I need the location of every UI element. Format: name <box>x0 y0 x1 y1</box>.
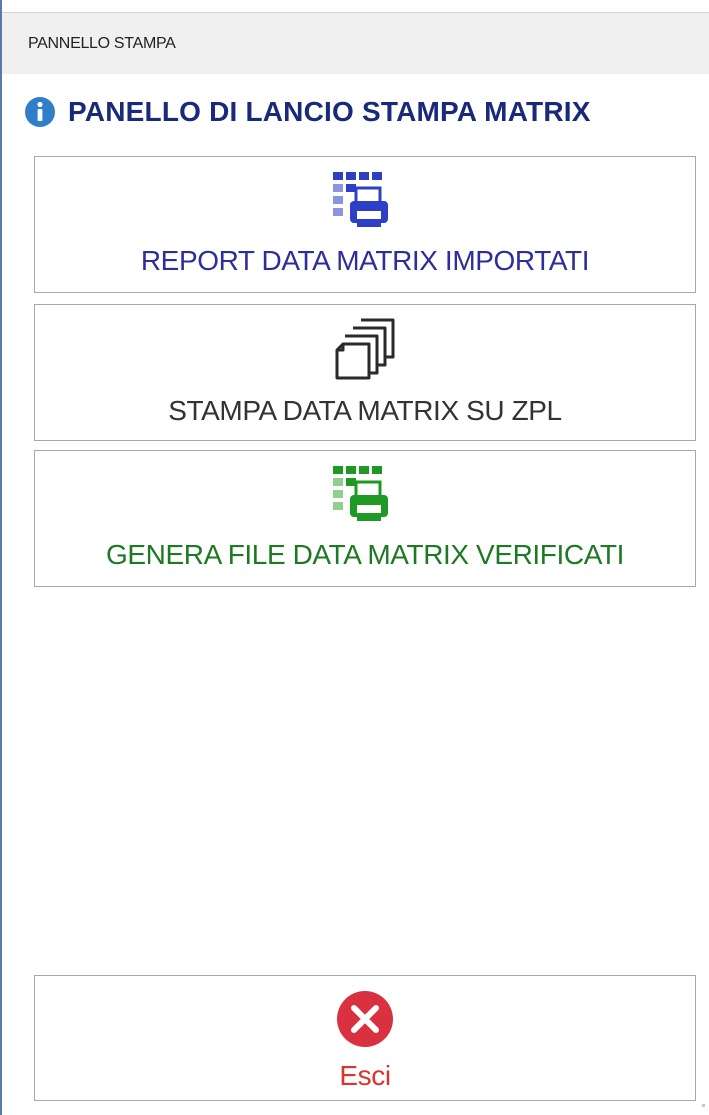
esci-label: Esci <box>339 1060 391 1091</box>
window-titlebar: PANNELLO STAMPA <box>2 12 709 74</box>
panel-heading: PANELLO DI LANCIO STAMPA MATRIX <box>24 92 591 132</box>
grid-printer-icon <box>333 172 388 227</box>
window-title: PANNELLO STAMPA <box>28 35 176 52</box>
stampa-zpl-label: STAMPA DATA MATRIX SU ZPL <box>168 395 562 426</box>
resize-grip[interactable] <box>702 1104 705 1107</box>
report-data-matrix-label: REPORT DATA MATRIX IMPORTATI <box>140 245 590 276</box>
print-panel-window: PANNELLO STAMPA PANELLO DI LANCIO STAMPA… <box>0 0 709 1115</box>
stacked-pages-icon <box>335 318 395 380</box>
genera-file-label: GENERA FILE DATA MATRIX VERIFICATI <box>106 539 624 570</box>
report-data-matrix-button[interactable]: REPORT DATA MATRIX IMPORTATI <box>34 156 696 293</box>
genera-file-button[interactable]: GENERA FILE DATA MATRIX VERIFICATI <box>34 450 696 587</box>
close-circle-icon <box>337 991 393 1047</box>
stampa-zpl-button[interactable]: STAMPA DATA MATRIX SU ZPL <box>34 304 696 441</box>
info-icon <box>25 97 55 127</box>
grid-printer-icon <box>333 466 388 521</box>
panel-heading-text: PANELLO DI LANCIO STAMPA MATRIX <box>68 96 591 127</box>
esci-button[interactable]: Esci <box>34 975 696 1101</box>
